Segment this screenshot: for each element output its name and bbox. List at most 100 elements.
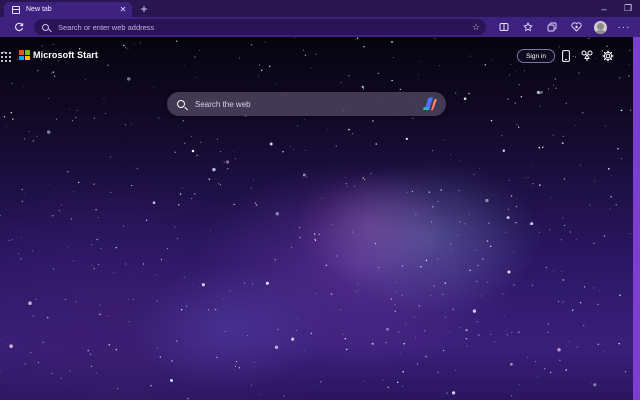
star	[145, 219, 148, 222]
star	[253, 361, 255, 363]
new-tab-page: Microsoft Start Sign in	[0, 37, 633, 400]
star	[437, 371, 439, 374]
star	[64, 298, 66, 301]
minimize-icon[interactable]: –	[592, 0, 616, 17]
star	[487, 281, 488, 283]
star	[174, 151, 176, 153]
star	[561, 142, 564, 145]
star	[93, 117, 96, 119]
star	[502, 149, 506, 152]
star	[510, 395, 513, 397]
star	[590, 382, 592, 384]
star	[304, 54, 307, 56]
address-bar[interactable]: ☆	[34, 19, 486, 35]
star	[539, 184, 541, 186]
star	[9, 344, 13, 348]
star	[504, 315, 505, 317]
star	[252, 283, 254, 285]
star	[468, 214, 470, 216]
star	[477, 264, 479, 267]
star	[105, 112, 107, 114]
new-tab-button[interactable]: +	[138, 3, 150, 15]
star	[305, 150, 306, 151]
star	[378, 267, 380, 269]
star	[520, 95, 523, 98]
star	[603, 235, 606, 237]
star	[70, 218, 73, 220]
star	[133, 298, 134, 300]
refresh-button[interactable]	[9, 17, 29, 37]
copilot-icon[interactable]	[422, 96, 438, 112]
refresh-icon	[15, 22, 24, 32]
favorites-button[interactable]	[516, 17, 540, 37]
web-search-box[interactable]	[167, 92, 446, 116]
split-screen-button[interactable]	[492, 17, 516, 37]
app-launcher-icon[interactable]	[1, 52, 11, 62]
star	[181, 309, 183, 311]
star	[130, 123, 132, 124]
star	[537, 213, 539, 215]
star	[552, 84, 554, 86]
star	[425, 355, 427, 358]
star	[525, 177, 526, 179]
more-menu-button[interactable]: ···	[612, 17, 636, 37]
star	[335, 145, 337, 147]
star	[73, 191, 74, 192]
star	[490, 60, 492, 61]
star	[624, 371, 627, 373]
star	[394, 310, 397, 313]
star	[218, 183, 219, 185]
star	[296, 318, 298, 319]
star	[238, 367, 241, 369]
star	[518, 126, 520, 128]
star	[574, 125, 576, 127]
profile-button[interactable]	[588, 17, 612, 37]
address-input[interactable]	[58, 22, 472, 32]
sign-in-button[interactable]: Sign in	[517, 49, 555, 63]
star	[176, 238, 178, 240]
star	[620, 158, 623, 160]
star	[580, 164, 581, 166]
tab-new-tab[interactable]: New tab ✕	[4, 2, 132, 17]
star	[536, 90, 540, 95]
settings-gear-icon[interactable]	[601, 49, 615, 63]
microsoft-start-brand[interactable]: Microsoft Start	[19, 50, 98, 60]
star	[48, 98, 49, 99]
star	[182, 119, 185, 122]
add-favorite-star-icon[interactable]: ☆	[472, 22, 480, 33]
star	[191, 198, 193, 200]
star	[191, 149, 195, 153]
star	[344, 177, 346, 178]
star	[68, 108, 70, 110]
star	[108, 343, 111, 346]
star	[32, 250, 34, 252]
star	[304, 118, 305, 120]
star	[260, 69, 263, 71]
star	[553, 270, 555, 272]
star	[67, 246, 69, 248]
star	[153, 86, 154, 88]
star	[251, 384, 253, 386]
collections-button[interactable]	[540, 17, 564, 37]
star	[515, 221, 517, 224]
star	[85, 79, 87, 80]
star	[606, 45, 608, 47]
copilot-heart-button[interactable]	[564, 17, 588, 37]
close-tab-icon[interactable]: ✕	[118, 5, 128, 14]
star	[181, 187, 183, 189]
star	[527, 176, 529, 178]
rewards-trophy-icon[interactable]	[580, 49, 594, 63]
web-search-input[interactable]	[195, 99, 422, 109]
restore-icon[interactable]: ❐	[616, 0, 640, 17]
star	[226, 160, 230, 164]
star	[75, 116, 77, 119]
star	[609, 208, 611, 210]
star	[397, 381, 399, 383]
star	[123, 225, 125, 227]
star	[99, 304, 101, 306]
star	[412, 117, 414, 119]
phone-icon[interactable]	[559, 49, 573, 63]
star	[411, 190, 414, 193]
star	[355, 39, 356, 40]
star	[565, 369, 567, 371]
